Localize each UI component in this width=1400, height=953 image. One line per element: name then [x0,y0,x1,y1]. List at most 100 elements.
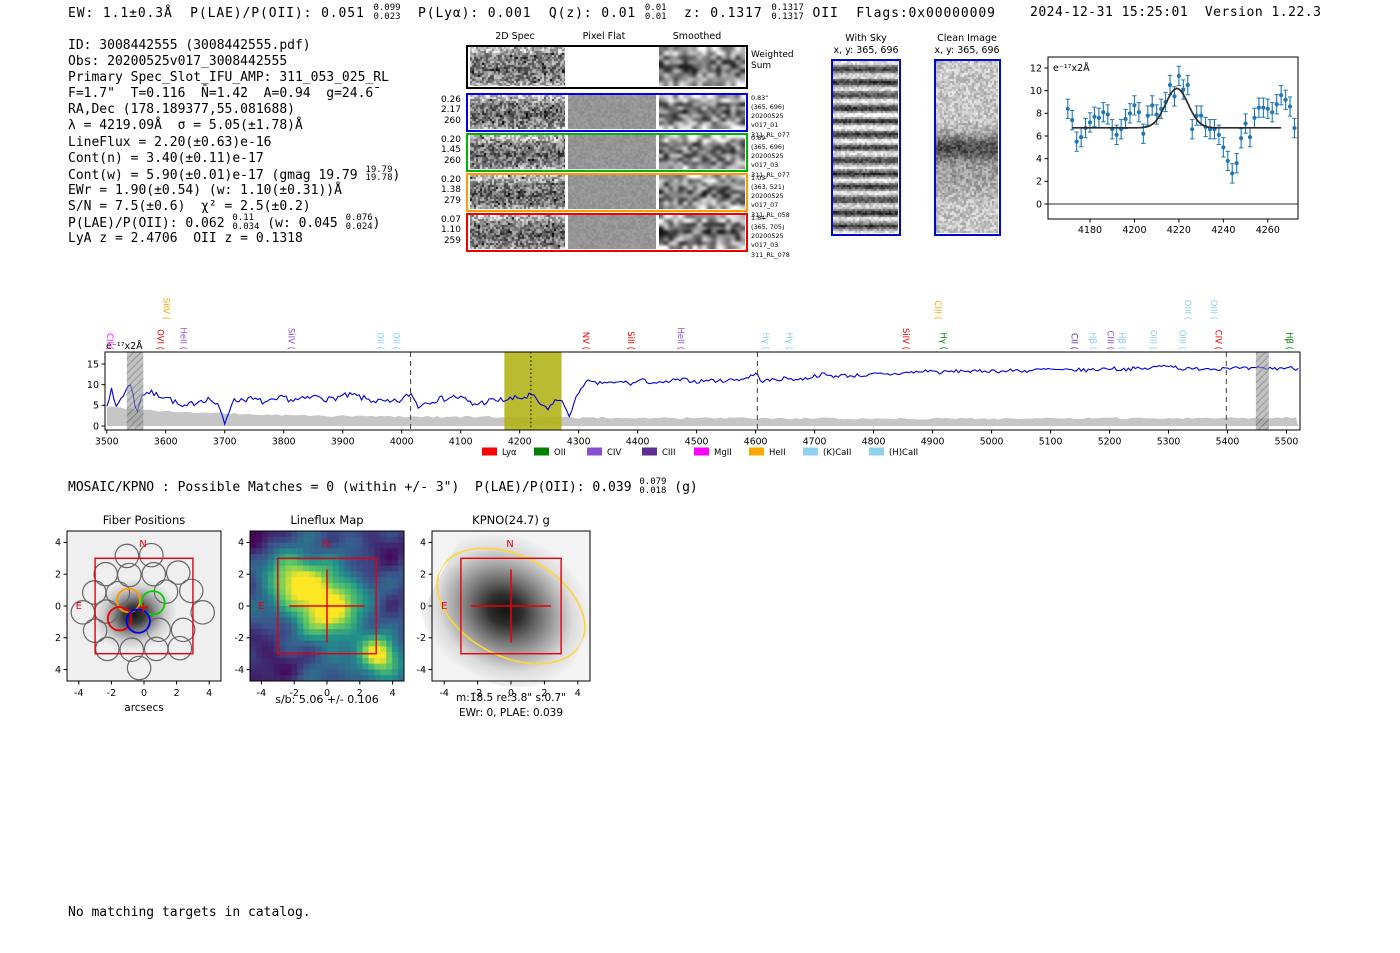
spec2d-image [470,47,565,86]
svg-text:12: 12 [1030,63,1042,74]
svg-text:4260: 4260 [1256,225,1280,236]
lineflux-title: Lineflux Map [290,513,363,527]
spec2d-image [470,134,565,169]
svg-text:-2: -2 [107,688,116,699]
info-line-9: Cont(w) = 5.90(±0.01)e-17 (gmag 19.79 19… [68,164,401,184]
east-label: E [76,601,82,612]
spectral-line-label: NV ( [580,332,590,350]
svg-text:15: 15 [87,359,99,370]
svg-text:4180: 4180 [1078,225,1102,236]
svg-text:-4: -4 [74,688,83,699]
svg-text:4220: 4220 [1167,225,1191,236]
svg-text:3500: 3500 [95,437,119,448]
clean-image-title: Clean Image [937,33,997,44]
legend-item-label: CIII [662,448,675,458]
stacked-uncertainty: 0.01 0.01 [644,3,667,22]
footer-line-1: No matching targets in catalog. [68,905,311,920]
spec2d-row-3 [466,172,748,212]
sb-ratio-label: s/b: 5.06 +/- 0.106 [275,693,379,706]
svg-text:5300: 5300 [1157,437,1181,448]
spectral-line-label: OIII ( [1208,300,1218,320]
svg-text:0: 0 [93,421,99,432]
info-line-5: RA,Dec (178.189377,55.081688) [68,102,295,118]
svg-text:5000: 5000 [980,437,1004,448]
svg-text:4: 4 [238,538,244,549]
north-label: N [506,539,513,550]
svg-text:4500: 4500 [685,437,709,448]
svg-text:5200: 5200 [1098,437,1122,448]
line-fit-plot: 0 2 4 6 8 10 12 4180 4200 4220 4240 4260 e⁻¹⁷x2Å [1030,56,1299,236]
svg-text:4900: 4900 [921,437,945,448]
catalog-match-line: MOSAIC/KPNO : Possible Matches = 0 (with… [68,477,698,496]
spectral-line-label: OIII ( [1148,330,1158,350]
spectral-line-label: SiIV ( [160,298,170,320]
svg-text:-2: -2 [235,633,244,644]
fiber-title: Fiber Positions [103,513,186,527]
smoothed-image [659,47,745,86]
svg-text:2: 2 [238,570,244,581]
info-line-8: Cont(n) = 3.40(±0.11)e-17 [68,150,264,166]
svg-text:4400: 4400 [626,437,650,448]
svg-text:-2: -2 [417,633,426,644]
info-line-2: Obs: 20200525v017_3008442555 [68,54,288,70]
svg-text:10: 10 [87,380,99,391]
spectral-line-label: OII ( [390,332,400,350]
spectral-line-label: HeII ( [177,327,187,350]
spectral-line-label: SiII ( [625,331,635,350]
spectral-line-label: CII ( [1069,333,1079,350]
clean-cutout-image [936,61,998,233]
ewr-plae-label: EWr: 0, PLAE: 0.039 [459,707,563,719]
info-line-1: ID: 3008442555 (3008442555.pdf) [68,38,311,53]
sky-cutout-image [833,61,898,233]
svg-text:2: 2 [55,570,61,581]
svg-text:2: 2 [420,570,426,581]
svg-text:5500: 5500 [1275,437,1299,448]
spectral-line-label: Hβ ( [1087,332,1097,350]
svg-text:3800: 3800 [272,437,296,448]
spectral-line-label: CIII ( [932,301,942,320]
info-line-6: λ = 4219.09Å σ = 5.05(±1.78)Å [68,118,303,134]
svg-text:5400: 5400 [1216,437,1240,448]
smoothed-image [659,214,745,249]
svg-text:8: 8 [1036,109,1042,120]
mag-size-label: m:18.5 re:3.8" s:0.7" [456,692,566,704]
svg-text:4: 4 [206,688,212,699]
smoothed-image [659,94,745,129]
arcsecs-label: arcsecs [124,702,163,714]
svg-text:-4: -4 [55,665,61,676]
svg-text:3900: 3900 [331,437,355,448]
footer-notes: No matching targets in catalog. Row inte… [68,873,311,953]
svg-text:4240: 4240 [1211,225,1235,236]
spectral-line-label: SiIV ( [900,328,910,350]
fiber-id-labels: 1.84" (365, 705) 20200525 v017_03 311_RL_078 [751,213,790,259]
info-line-3: Primary Spec_Slot_IFU_AMP: 311_053_025_R… [68,70,389,86]
spectral-line-label: Hβ ( [1116,332,1126,350]
svg-text:0: 0 [238,601,244,612]
lineflux-panel: NE-4-4-2-2002244Lineflux Maps/b: 5.06 +/… [235,513,405,706]
legend-item-label: OII [554,448,566,458]
svg-text:-4: -4 [439,688,448,699]
svg-text:4100: 4100 [449,437,473,448]
svg-text:4300: 4300 [567,437,591,448]
stacked-uncertainty: 19.79 19.78 [365,164,393,184]
stacked-uncertainty: 0.079 0.018 [639,477,667,496]
info-line-4: F=1.7" T=0.116 N̄=1.4̄2 A=0.94 g=24.6̄ [68,86,374,102]
svg-text:2: 2 [1036,177,1042,188]
spectral-line-label: HeII ( [675,327,685,350]
svg-text:-4: -4 [235,665,244,676]
spectral-line-label: OIII ( [1182,300,1192,320]
svg-text:4000: 4000 [390,437,414,448]
svg-text:4700: 4700 [803,437,827,448]
spectral-line-label: CII ( [104,333,114,350]
svg-text:10: 10 [1030,86,1042,97]
svg-text:e⁻¹⁷x2Å: e⁻¹⁷x2Å [1053,62,1090,74]
pixel-flat-image [568,214,656,249]
svg-text:0: 0 [420,601,426,612]
spectral-line-label: OII ( [374,332,384,350]
svg-text:4200: 4200 [1122,225,1146,236]
spec2d-col-header: Smoothed [672,31,722,42]
spectral-line-label: CIII ( [1105,331,1115,350]
image-panels: N E -4 -4 -2 -2 0 0 2 2 4 4 Fiber Positions arcsecs N E… [55,513,591,719]
svg-text:0: 0 [141,688,147,699]
spectral-line-label: SiIV ( [285,328,295,350]
